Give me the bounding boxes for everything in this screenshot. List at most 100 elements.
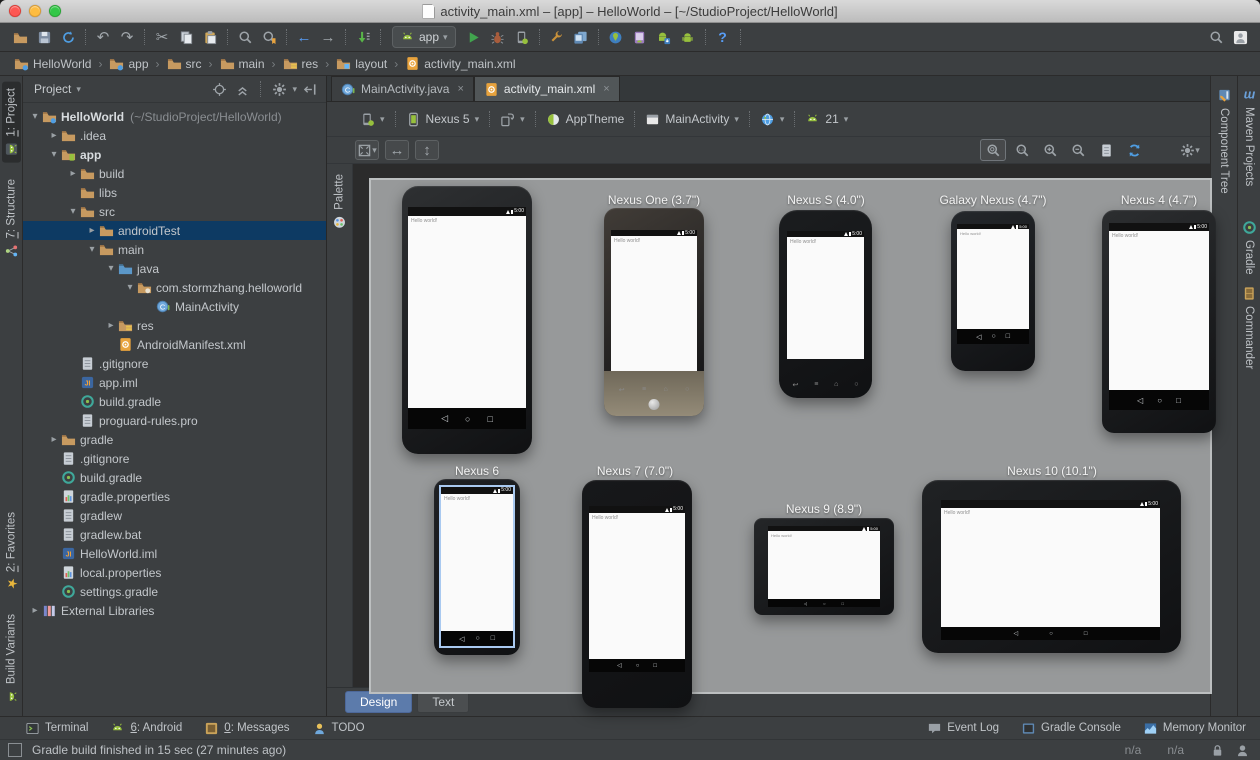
tree-open-arrow-icon[interactable]: ▾ xyxy=(86,244,98,255)
designer-button-fit-screen[interactable]: ▾ xyxy=(355,140,379,160)
sdk-manager-icon[interactable] xyxy=(604,25,628,49)
designer-control-theme-apptheme[interactable]: AppTheme xyxy=(541,109,630,130)
designer-control-config-phone[interactable]: ▾ xyxy=(355,109,390,130)
android-update-icon[interactable] xyxy=(652,25,676,49)
find-icon[interactable] xyxy=(233,25,257,49)
breadcrumb-item-res[interactable]: res xyxy=(279,55,323,72)
tool-strip-tab-build-variants[interactable]: Build Variants xyxy=(2,608,21,710)
designer-mode-tab-text[interactable]: Text xyxy=(417,691,469,713)
designer-control-activity-mainactivity[interactable]: MainActivity▾ xyxy=(640,109,744,130)
tree-open-arrow-icon[interactable]: ▾ xyxy=(29,111,41,122)
tree-item-.gitignore[interactable]: .gitignore xyxy=(23,449,326,468)
hide-icon[interactable] xyxy=(300,79,320,99)
device-preview-galaxy-nexus[interactable]: 5:00Hello world!◁○□ xyxy=(951,211,1035,371)
tree-item-app[interactable]: ▾app xyxy=(23,145,326,164)
tree-item-HelloWorld.iml[interactable]: JIHelloWorld.iml xyxy=(23,544,326,563)
breadcrumb-item-main[interactable]: main xyxy=(216,55,269,72)
tree-open-arrow-icon[interactable]: ▾ xyxy=(124,282,136,293)
designer-control-orientation[interactable]: ▾ xyxy=(495,109,530,130)
tree-open-arrow-icon[interactable]: ▾ xyxy=(67,206,79,217)
update-project-icon[interactable] xyxy=(351,25,375,49)
toolwindow-button-gradle-console[interactable]: Gradle Console xyxy=(1021,721,1121,736)
tool-strip-tab-maven-projects[interactable]: mMaven Projects xyxy=(1241,84,1258,192)
device-preview-nexus-5[interactable]: 5:00Hello world!◁○□ xyxy=(402,186,532,454)
tree-item-build.gradle[interactable]: build.gradle xyxy=(23,392,326,411)
collapse-all-icon[interactable] xyxy=(232,79,252,99)
tree-closed-arrow-icon[interactable]: ▸ xyxy=(48,434,60,445)
breadcrumb-item-activity_main.xml[interactable]: activity_main.xml xyxy=(401,55,519,72)
toolwindow-button-todo[interactable]: TODO xyxy=(312,721,365,736)
tree-item-src[interactable]: ▾src xyxy=(23,202,326,221)
tree-item-main[interactable]: ▾main xyxy=(23,240,326,259)
hector-icon[interactable] xyxy=(1235,743,1250,758)
paste-icon[interactable] xyxy=(198,25,222,49)
breadcrumb-item-app[interactable]: app xyxy=(105,55,152,72)
tree-item-build.gradle[interactable]: build.gradle xyxy=(23,468,326,487)
tree-item-HelloWorld[interactable]: ▾HelloWorld(~/StudioProject/HelloWorld) xyxy=(23,107,326,126)
editor-tab-MainActivity.java[interactable]: CMainActivity.java× xyxy=(331,76,474,101)
search-icon[interactable] xyxy=(1204,25,1228,49)
undo-icon[interactable]: ↶ xyxy=(91,25,115,49)
lock-icon[interactable] xyxy=(1210,743,1225,758)
tree-item-AndroidManifest.xml[interactable]: AndroidManifest.xml xyxy=(23,335,326,354)
designer-button-v-arrows[interactable]: ↕ xyxy=(415,140,439,160)
editor-tab-activity_main.xml[interactable]: activity_main.xml× xyxy=(474,76,620,101)
tree-item-app.iml[interactable]: JIapp.iml xyxy=(23,373,326,392)
tool-strip-tab-commander[interactable]: Commander xyxy=(1240,280,1259,375)
tree-open-arrow-icon[interactable]: ▾ xyxy=(48,149,60,160)
save-icon[interactable] xyxy=(32,25,56,49)
locate-icon[interactable] xyxy=(209,79,229,99)
tree-item-.idea[interactable]: ▸.idea xyxy=(23,126,326,145)
tree-item-proguard-rules.pro[interactable]: proguard-rules.pro xyxy=(23,411,326,430)
tree-item-androidTest[interactable]: ▸androidTest xyxy=(23,221,326,240)
tree-closed-arrow-icon[interactable]: ▸ xyxy=(29,605,41,616)
attach-debugger-icon[interactable] xyxy=(510,25,534,49)
open-icon[interactable] xyxy=(8,25,32,49)
settings-icon[interactable] xyxy=(269,79,289,99)
designer-button-zoom-in[interactable] xyxy=(1038,140,1062,160)
designer-button-zoom-fit[interactable] xyxy=(980,139,1006,161)
tree-item-res[interactable]: ▸res xyxy=(23,316,326,335)
designer-button-settings[interactable]: ▾ xyxy=(1178,140,1202,160)
device-preview-nexus-7[interactable]: 5:00Hello world!◁○□ xyxy=(582,480,692,708)
tree-closed-arrow-icon[interactable]: ▸ xyxy=(67,168,79,179)
find-in-path-icon[interactable] xyxy=(257,25,281,49)
run-icon[interactable] xyxy=(462,25,486,49)
toolwindow-toggle-icon[interactable] xyxy=(8,743,22,757)
sync-icon[interactable] xyxy=(56,25,80,49)
project-view-selector[interactable]: Project ▾ xyxy=(29,80,86,98)
run-configuration-select[interactable]: app▾ xyxy=(392,26,456,48)
breadcrumb-item-layout[interactable]: layout xyxy=(332,55,391,72)
breadcrumb-item-HelloWorld[interactable]: HelloWorld xyxy=(10,55,95,72)
back-icon[interactable]: ← xyxy=(292,25,316,49)
close-tab-icon[interactable]: × xyxy=(603,83,609,95)
tree-item-gradlew[interactable]: gradlew xyxy=(23,506,326,525)
tree-item-MainActivity[interactable]: CMainActivity xyxy=(23,297,326,316)
forward-icon[interactable]: → xyxy=(316,25,340,49)
device-monitor-icon[interactable] xyxy=(628,25,652,49)
copy-icon[interactable] xyxy=(174,25,198,49)
tree-item-gradle[interactable]: ▸gradle xyxy=(23,430,326,449)
avd-manager-icon[interactable] xyxy=(569,25,593,49)
tool-strip-tab-gradle[interactable]: Gradle xyxy=(1240,214,1259,281)
designer-control-android-head-21[interactable]: 21▾ xyxy=(800,109,853,130)
tree-item-gradle.properties[interactable]: gradle.properties xyxy=(23,487,326,506)
tree-item-libs[interactable]: libs xyxy=(23,183,326,202)
tree-item-External Libraries[interactable]: ▸External Libraries xyxy=(23,601,326,620)
toolwindow-button-memory-monitor[interactable]: Memory Monitor xyxy=(1143,721,1246,736)
tree-closed-arrow-icon[interactable]: ▸ xyxy=(48,130,60,141)
tab-component-tree[interactable]: Component Tree xyxy=(1215,82,1234,200)
tree-item-local.properties[interactable]: local.properties xyxy=(23,563,326,582)
designer-control-globe[interactable]: ▾ xyxy=(755,109,790,130)
device-preview-nexus-6[interactable]: 5:00Hello world!◁○□ xyxy=(434,479,520,655)
designer-control-phone-nexus-5[interactable]: Nexus 5▾ xyxy=(401,109,485,130)
design-canvas[interactable]: 5:00Hello world!◁○□Nexus One (3.7")5:00H… xyxy=(369,178,1212,694)
designer-button-preview-doc[interactable] xyxy=(1094,140,1118,160)
device-preview-nexus-10[interactable]: 5:00Hello world!◁○□ xyxy=(922,480,1181,653)
device-preview-nexus-one[interactable]: 5:00Hello world!↩≡⌂○ xyxy=(604,208,704,416)
toolwindow-button-terminal[interactable]: Terminal xyxy=(25,721,88,736)
toolwindow-button-event-log[interactable]: Event Log xyxy=(927,721,999,736)
tree-item-settings.gradle[interactable]: settings.gradle xyxy=(23,582,326,601)
device-preview-nexus-4[interactable]: 5:00Hello world!◁○□ xyxy=(1102,210,1216,433)
tree-open-arrow-icon[interactable]: ▾ xyxy=(105,263,117,274)
